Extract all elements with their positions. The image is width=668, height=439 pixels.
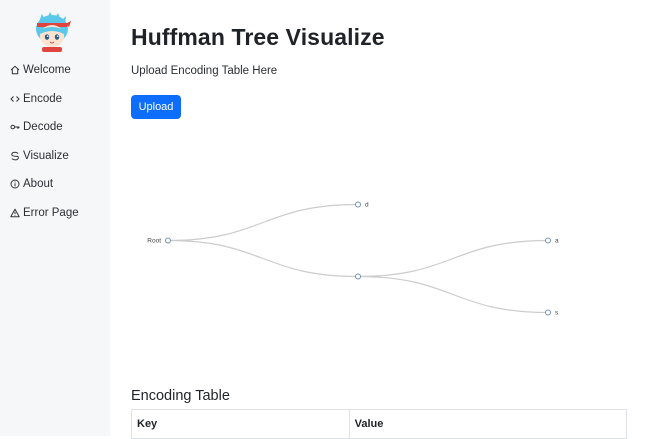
tree-node-d[interactable] xyxy=(355,201,361,208)
tree-node-a[interactable] xyxy=(545,237,551,244)
main-content: Huffman Tree Visualize Upload Encoding T… xyxy=(110,0,668,439)
sidebar-item-label: Encode xyxy=(23,92,63,105)
column-header-key: Key xyxy=(131,409,350,439)
info-icon xyxy=(10,179,20,189)
sidebar-item-about[interactable]: About xyxy=(0,170,110,199)
sidebar-item-label: Error Page xyxy=(23,206,79,219)
tree-node-internal[interactable] xyxy=(355,273,361,280)
sidebar-item-welcome[interactable]: Welcome xyxy=(0,56,110,85)
key-icon xyxy=(10,122,20,132)
tree-link xyxy=(357,275,549,314)
tree-node-root[interactable] xyxy=(165,237,171,244)
avatar[interactable] xyxy=(31,10,73,52)
sidebar-nav: Welcome Encode Decode Visualize About Er… xyxy=(0,56,110,227)
sidebar-item-label: Decode xyxy=(23,121,63,134)
encoding-table: Key Value xyxy=(131,409,628,439)
tree-node-label: a xyxy=(555,238,559,245)
table-header-row: Key Value xyxy=(131,409,628,439)
tree-link xyxy=(167,239,359,278)
swirl-icon xyxy=(10,151,20,161)
encoding-table-title: Encoding Table xyxy=(131,388,230,404)
sidebar-item-encode[interactable]: Encode xyxy=(0,85,110,114)
tree-node-label: Root xyxy=(147,238,161,245)
tree-node-label: s xyxy=(555,310,559,317)
code-icon xyxy=(10,94,20,104)
tree-link xyxy=(357,239,549,278)
sidebar-item-label: Welcome xyxy=(23,64,71,77)
sidebar-item-decode[interactable]: Decode xyxy=(0,113,110,142)
home-icon xyxy=(10,65,20,75)
column-header-value: Value xyxy=(348,409,628,439)
sidebar-item-label: About xyxy=(23,178,54,191)
tree-link xyxy=(167,203,359,242)
warning-icon xyxy=(10,208,20,218)
sidebar-item-label: Visualize xyxy=(23,149,69,162)
anime-avatar-icon xyxy=(36,12,71,52)
tree-node-label: d xyxy=(365,202,369,209)
sidebar: Welcome Encode Decode Visualize About Er… xyxy=(0,0,110,436)
tree-node-s[interactable] xyxy=(545,309,551,316)
huffman-tree: Root d a s xyxy=(147,201,559,317)
sidebar-item-error-page[interactable]: Error Page xyxy=(0,199,110,228)
sidebar-item-visualize[interactable]: Visualize xyxy=(0,142,110,171)
